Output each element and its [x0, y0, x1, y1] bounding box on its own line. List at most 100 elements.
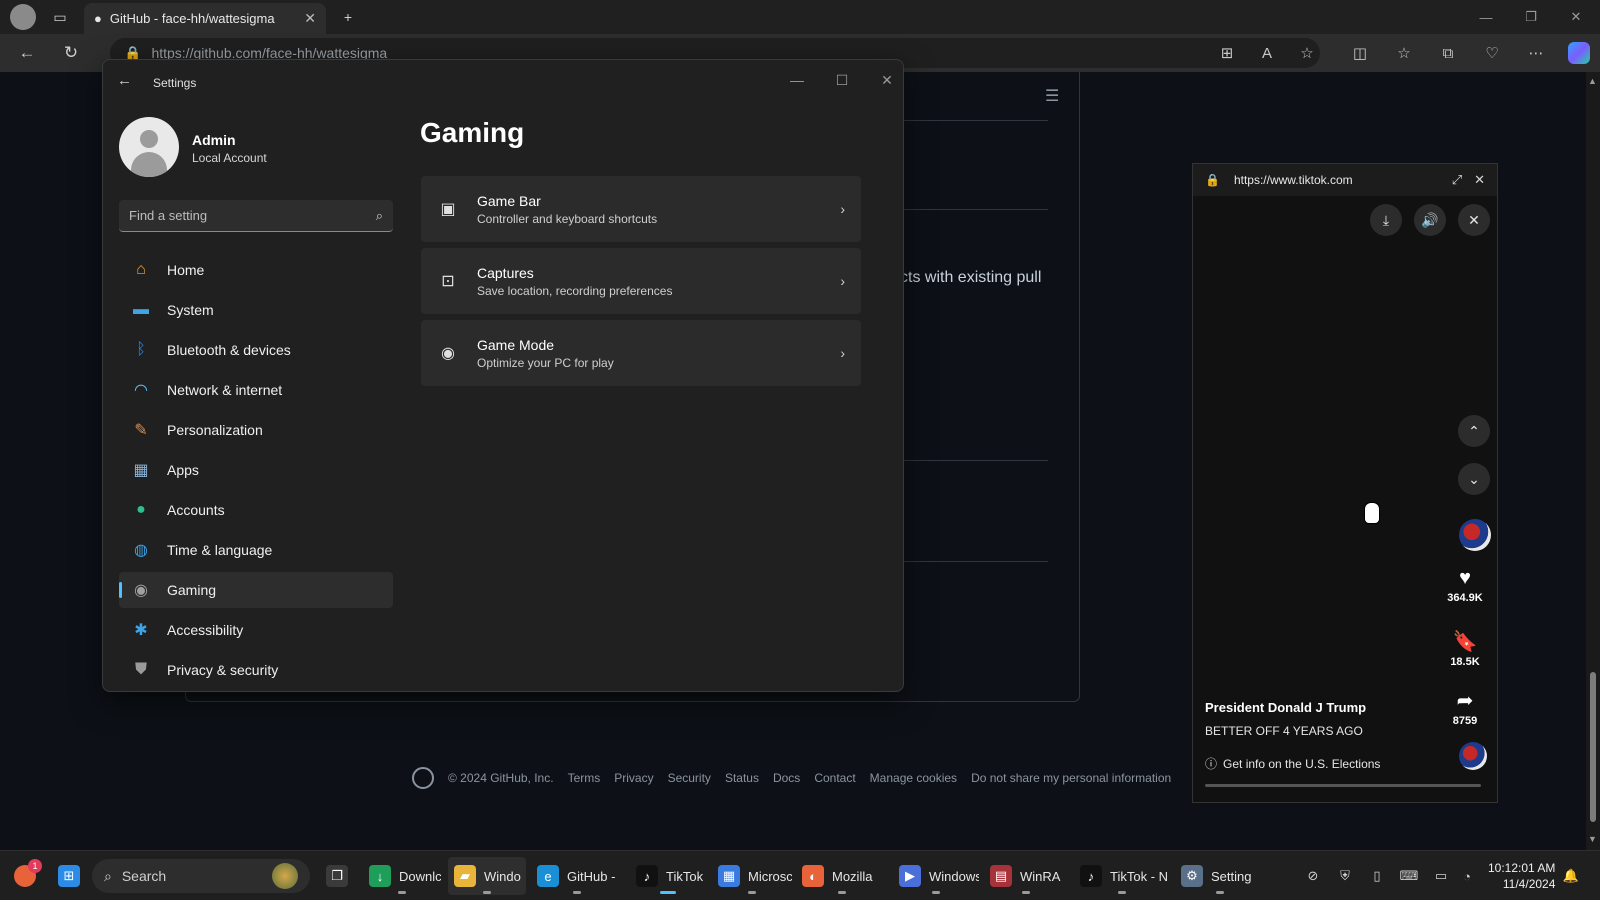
- taskbar-search[interactable]: ⌕ Search: [92, 859, 310, 893]
- minimize-icon[interactable]: —: [1468, 6, 1504, 28]
- start-button[interactable]: ⊞: [52, 857, 86, 895]
- taskbar-app-microsc[interactable]: ▦ Microsc: [712, 857, 792, 895]
- keyboard-icon[interactable]: ⌨: [1400, 867, 1419, 885]
- refresh-icon[interactable]: ↻: [59, 42, 83, 64]
- app-available-icon[interactable]: ⊞: [1215, 42, 1239, 64]
- sound-disc-icon[interactable]: [1459, 742, 1487, 770]
- widgets-button[interactable]: 1: [8, 857, 42, 895]
- wifi-sound-icon[interactable]: ◔: [1458, 867, 1476, 885]
- taskbar-app-winra[interactable]: ▤ WinRA: [984, 857, 1068, 895]
- footer-link-do-not-share[interactable]: Do not share my personal information: [971, 771, 1171, 785]
- tab-github[interactable]: ● GitHub - face-hh/wattesigma ✕: [84, 3, 326, 34]
- taskbar-app-windows[interactable]: ▶ Windows: [893, 857, 979, 895]
- footer-link-docs[interactable]: Docs: [773, 771, 800, 785]
- collections-icon[interactable]: ⧉: [1436, 42, 1460, 64]
- notifications-bell-icon[interactable]: 🔔: [1562, 867, 1580, 885]
- taskbar-clock[interactable]: 10:12:01 AM 11/4/2024: [1488, 860, 1555, 892]
- creator-avatar[interactable]: [1459, 519, 1491, 551]
- display-icon[interactable]: ▭: [1432, 867, 1450, 885]
- taskbar-app-downlc[interactable]: ↓ Downlc: [363, 857, 441, 895]
- footer-link-security[interactable]: Security: [668, 771, 711, 785]
- close-icon[interactable]: ✕: [1558, 6, 1594, 28]
- pip-video-close-icon[interactable]: ✕: [1458, 204, 1490, 236]
- taskbar-app-mozilla[interactable]: ◐ Mozilla: [796, 857, 888, 895]
- tab-close-icon[interactable]: ✕: [304, 10, 316, 27]
- back-icon[interactable]: ←: [15, 42, 39, 64]
- save-count: 18.5K: [1450, 656, 1480, 668]
- new-tab-icon[interactable]: +: [336, 6, 360, 28]
- nav-item-apps[interactable]: ▦ Apps: [119, 452, 393, 488]
- settings-close-icon[interactable]: ✕: [869, 68, 903, 92]
- nav-item-time-language[interactable]: ◍ Time & language: [119, 532, 393, 568]
- nav-item-gaming[interactable]: ◉ Gaming: [119, 572, 393, 608]
- footer-link-contact[interactable]: Contact: [814, 771, 855, 785]
- bluetooth-icon: ᛒ: [136, 341, 146, 358]
- card-subtitle: Optimize your PC for play: [477, 355, 614, 370]
- like-stat[interactable]: ♥ 364.9K: [1443, 567, 1487, 604]
- task-view-button[interactable]: ❐: [320, 857, 354, 895]
- profile-avatar[interactable]: [10, 4, 36, 30]
- taskbar-app-tiktok-n[interactable]: ♪ TikTok - N: [1074, 857, 1170, 895]
- nav-item-system[interactable]: ▬ System: [119, 292, 393, 328]
- search-icon: ⌕: [375, 207, 383, 223]
- taskbar-app-label: TikTok: [666, 868, 704, 884]
- pip-expand-icon[interactable]: ⤢: [1452, 172, 1462, 188]
- store-icon: ▦: [718, 865, 740, 887]
- nav-item-accessibility[interactable]: ✱ Accessibility: [119, 612, 393, 648]
- brush-icon: ✎: [134, 422, 148, 439]
- taskbar-app-label: Downlc: [399, 868, 441, 884]
- scroll-down-icon[interactable]: ▼: [1588, 834, 1597, 844]
- nav-item-privacy-security[interactable]: ⛊ Privacy & security: [119, 652, 393, 688]
- user-avatar[interactable]: [119, 117, 179, 177]
- card-game-mode[interactable]: ◉ Game Mode Optimize your PC for play ›: [421, 320, 861, 386]
- taskbar-app-github[interactable]: e GitHub -: [531, 857, 623, 895]
- page-scrollbar[interactable]: ▲ ▼: [1586, 72, 1600, 850]
- taskbar-app-setting[interactable]: ⚙ Setting: [1175, 857, 1265, 895]
- unpin-icon[interactable]: ⤓: [1370, 204, 1402, 236]
- volume-icon[interactable]: 🔊: [1414, 204, 1446, 236]
- settings-back-icon[interactable]: ←: [117, 72, 132, 89]
- scrollbar-thumb[interactable]: [1590, 672, 1596, 822]
- settings-maximize-icon[interactable]: ☐: [824, 68, 860, 92]
- footer-link-manage-cookies[interactable]: Manage cookies: [870, 771, 957, 785]
- favorite-star-icon[interactable]: ☆: [1295, 42, 1319, 64]
- card-captures[interactable]: ⊡ Captures Save location, recording pref…: [421, 248, 861, 314]
- usb-icon[interactable]: ▯: [1368, 867, 1386, 885]
- copilot-icon[interactable]: [1568, 42, 1590, 64]
- settings-search-box[interactable]: ⌕: [119, 200, 393, 232]
- favorites-icon[interactable]: ☆: [1392, 42, 1416, 64]
- media-icon: ▶: [899, 865, 921, 887]
- nav-item-personalization[interactable]: ✎ Personalization: [119, 412, 393, 448]
- restore-icon[interactable]: ❐: [1513, 6, 1549, 28]
- tab-actions-icon[interactable]: ▭: [48, 6, 72, 28]
- footer-link-privacy[interactable]: Privacy: [614, 771, 653, 785]
- nav-item-network-internet[interactable]: ◠ Network & internet: [119, 372, 393, 408]
- settings-search-input[interactable]: [129, 208, 376, 223]
- pip-close-icon[interactable]: ✕: [1474, 172, 1485, 188]
- share-stat[interactable]: ➦ 8759: [1443, 688, 1487, 727]
- taskbar-app-windo[interactable]: ▰ Windo: [448, 857, 526, 895]
- scroll-up-icon[interactable]: ▲: [1588, 76, 1597, 86]
- chevron-up-icon[interactable]: ⌃: [1458, 415, 1490, 447]
- video-author[interactable]: President Donald J Trump: [1205, 700, 1366, 715]
- election-info-link[interactable]: ⓘ Get info on the U.S. Elections: [1205, 755, 1380, 772]
- taskbar-app-tiktok[interactable]: ♪ TikTok: [630, 857, 706, 895]
- card-game-bar[interactable]: ▣ Game Bar Controller and keyboard short…: [421, 176, 861, 242]
- settings-minimize-icon[interactable]: —: [779, 68, 815, 92]
- defender-icon[interactable]: ⛨: [1336, 867, 1354, 885]
- list-icon[interactable]: ☰: [1045, 86, 1059, 106]
- footer-link-terms[interactable]: Terms: [568, 771, 601, 785]
- more-menu-icon[interactable]: ⋯: [1524, 42, 1548, 64]
- nav-item-bluetooth-devices[interactable]: ᛒ Bluetooth & devices: [119, 332, 393, 368]
- browser-essentials-icon[interactable]: ♡: [1480, 42, 1504, 64]
- read-aloud-icon[interactable]: A: [1255, 42, 1279, 64]
- footer-link-status[interactable]: Status: [725, 771, 759, 785]
- chevron-down-icon[interactable]: ⌄: [1458, 463, 1490, 495]
- network-off-icon[interactable]: ⊘: [1304, 867, 1322, 885]
- nav-item-accounts[interactable]: ● Accounts: [119, 492, 393, 528]
- tiktok-pip-window: 🔒 https://www.tiktok.com ⤢ ✕ ⤓ 🔊 ✕ ⌃ ⌄ ♥…: [1192, 163, 1498, 803]
- split-screen-icon[interactable]: ◫: [1348, 42, 1372, 64]
- video-progress-bar[interactable]: [1205, 784, 1481, 787]
- nav-item-home[interactable]: ⌂ Home: [119, 252, 393, 288]
- save-stat[interactable]: 🔖 18.5K: [1443, 629, 1487, 668]
